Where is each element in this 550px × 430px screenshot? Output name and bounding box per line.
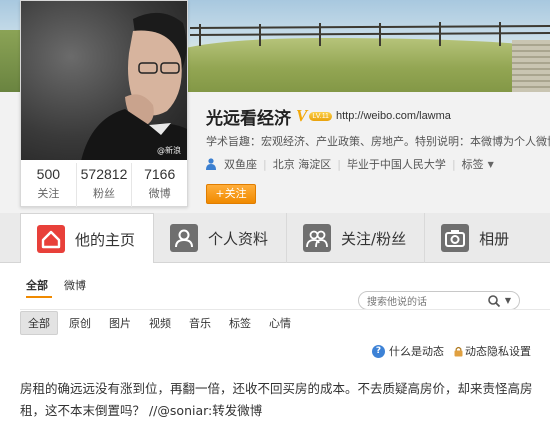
feed-divider <box>20 309 550 310</box>
filter-tag[interactable]: 标签 <box>222 312 258 334</box>
banner-hill <box>170 38 550 92</box>
tab-home[interactable]: 他的主页 <box>20 213 155 264</box>
post-item: 房租的确远远没有涨到位，再翻一倍，还收不回买房的成本。不去质疑高房价，却来责怪高… <box>20 378 540 422</box>
search-icon[interactable] <box>487 294 501 308</box>
person-icon <box>206 158 216 170</box>
feed-help-row: ? 什么是动态 动态隐私设置 <box>372 343 531 359</box>
tab-album-label: 相册 <box>479 229 510 248</box>
profile-tags-link[interactable]: 标签 <box>462 156 484 172</box>
tab-profile[interactable]: 个人资料 <box>154 213 288 263</box>
home-icon <box>37 225 65 253</box>
filter-original[interactable]: 原创 <box>62 312 98 334</box>
meta-divider: | <box>263 157 267 171</box>
tab-followers-label: 关注/粉丝 <box>341 229 407 248</box>
profile-intro: 学术旨趣：宏观经济、产业政策、房地产。特别说明：本微博为个人微博 <box>206 135 550 148</box>
followers-icon <box>303 224 332 252</box>
feed-panel: 全部 微博 搜索他说的话 ▼ 全部 原创 图片 视频 音乐 标签 心情 ? 什么… <box>0 263 550 430</box>
question-icon: ? <box>372 344 385 358</box>
tab-profile-label: 个人资料 <box>208 229 269 248</box>
meta-divider: | <box>337 157 341 171</box>
banner-fence <box>190 22 550 46</box>
what-is-activity-link[interactable]: 什么是动态 <box>389 343 444 359</box>
stat-followers-label: 粉丝 <box>93 187 115 200</box>
stat-posts[interactable]: 7166 微博 <box>132 163 187 207</box>
post-tail: :转发微博 <box>208 403 263 418</box>
tab-album[interactable]: 相册 <box>425 213 527 263</box>
post-mention-link[interactable]: @soniar <box>157 403 208 418</box>
filter-all[interactable]: 全部 <box>20 311 58 335</box>
stat-following-label: 关注 <box>37 187 60 200</box>
profile-name: 光远看经济 <box>206 108 291 129</box>
profile-card: @新浪 500 关注 572812 粉丝 7166 微博 <box>20 0 188 207</box>
banner-steps <box>512 40 550 92</box>
profile-url[interactable]: http://weibo.com/lawma <box>336 110 451 122</box>
avatar[interactable]: @新浪 <box>21 1 187 160</box>
filter-bar: 全部 原创 图片 视频 音乐 标签 心情 <box>20 311 530 335</box>
profile-location: 北京 海淀区 <box>272 158 332 171</box>
stat-posts-value: 7166 <box>144 166 176 182</box>
profile-constellation: 双鱼座 <box>224 158 257 171</box>
meta-divider: | <box>451 157 456 171</box>
feed-tabs: 全部 微博 <box>26 277 102 298</box>
avatar-watermark: @新浪 <box>157 146 181 155</box>
avatar-portrait <box>81 12 187 160</box>
stat-posts-label: 微博 <box>148 187 171 200</box>
chevron-down-icon[interactable]: ▼ <box>505 296 511 305</box>
post-text: 房租的确远远没有涨到位，再翻一倍，还收不回买房的成本。不去质疑高房价，却来责怪高… <box>20 381 533 418</box>
profile-tabs: 他的主页 个人资料 关注/粉丝 相册 <box>0 213 550 264</box>
search-placeholder: 搜索他说的话 <box>367 297 427 308</box>
profile-meta: 双鱼座 | 北京 海淀区 | 毕业于中国人民大学 | 标签 ▼ <box>206 156 494 172</box>
tab-home-label: 他的主页 <box>75 230 136 249</box>
camera-icon <box>441 224 470 252</box>
profile-name-row: 光远看经济 V LV.11 http://weibo.com/lawma <box>206 104 451 129</box>
filter-mood[interactable]: 心情 <box>262 312 298 334</box>
chevron-down-icon[interactable]: ▼ <box>488 160 494 169</box>
filter-video[interactable]: 视频 <box>142 312 178 334</box>
stat-following-value: 500 <box>36 166 61 182</box>
stat-followers[interactable]: 572812 粉丝 <box>77 163 133 207</box>
level-badge[interactable]: LV.11 <box>309 111 332 121</box>
feed-tab-weibo[interactable]: 微博 <box>64 277 86 293</box>
filter-music[interactable]: 音乐 <box>182 312 218 334</box>
stat-following[interactable]: 500 关注 <box>21 163 77 207</box>
privacy-settings-link[interactable]: 动态隐私设置 <box>465 343 531 359</box>
verified-icon[interactable]: V <box>296 106 307 126</box>
search-input[interactable]: 搜索他说的话 ▼ <box>358 291 520 310</box>
stat-followers-value: 572812 <box>80 166 128 182</box>
profile-school: 毕业于中国人民大学 <box>346 158 446 171</box>
filter-image[interactable]: 图片 <box>102 312 138 334</box>
active-tab-underline <box>26 296 52 298</box>
lock-icon <box>454 346 463 356</box>
tab-followers[interactable]: 关注/粉丝 <box>287 213 426 263</box>
profile-stats: 500 关注 572812 粉丝 7166 微博 <box>21 163 187 207</box>
feed-tab-all[interactable]: 全部 <box>26 277 48 293</box>
profile-icon <box>170 224 199 252</box>
follow-button[interactable]: +关注 <box>206 184 256 204</box>
